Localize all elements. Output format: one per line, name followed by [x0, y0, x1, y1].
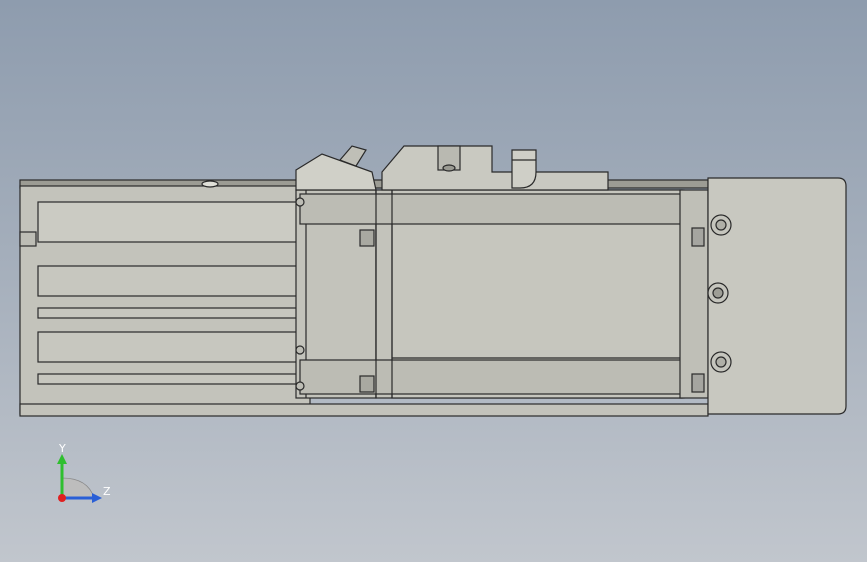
rear-block: [679, 189, 709, 399]
flange-screw-3: [295, 381, 305, 391]
rear-bolt-2: [691, 373, 705, 393]
z-axis-label: Z: [103, 485, 111, 498]
rear-bolt: [691, 227, 705, 247]
side-tab: [19, 231, 37, 247]
flange-bolt-top: [359, 229, 375, 247]
flange-screw-1: [295, 197, 305, 207]
groove-1: [37, 265, 301, 297]
axis-triad: [57, 454, 102, 503]
flange-bolt-bottom: [359, 375, 375, 393]
groove-2: [37, 307, 301, 319]
elbow-connector: [511, 149, 537, 189]
encoder-housing: [381, 145, 609, 191]
y-axis-arrow: [57, 454, 67, 464]
z-axis-arrow: [92, 493, 102, 503]
cad-viewport[interactable]: Y Z: [0, 0, 867, 562]
groove-4: [37, 373, 301, 385]
bottom-base: [19, 403, 709, 417]
motor-rib-top: [299, 193, 685, 225]
rail-screw: [201, 180, 219, 188]
triad-plane: [61, 477, 95, 499]
actuator-model[interactable]: [0, 0, 867, 562]
motor-rib-bottom: [299, 359, 685, 395]
flange-chamfer: [295, 153, 377, 191]
y-axis-label: Y: [59, 442, 66, 455]
x-axis-dot: [58, 494, 66, 502]
flange-screw-2: [295, 345, 305, 355]
end-cap: [707, 177, 847, 415]
groove-3: [37, 331, 301, 363]
upper-slot: [37, 201, 301, 243]
